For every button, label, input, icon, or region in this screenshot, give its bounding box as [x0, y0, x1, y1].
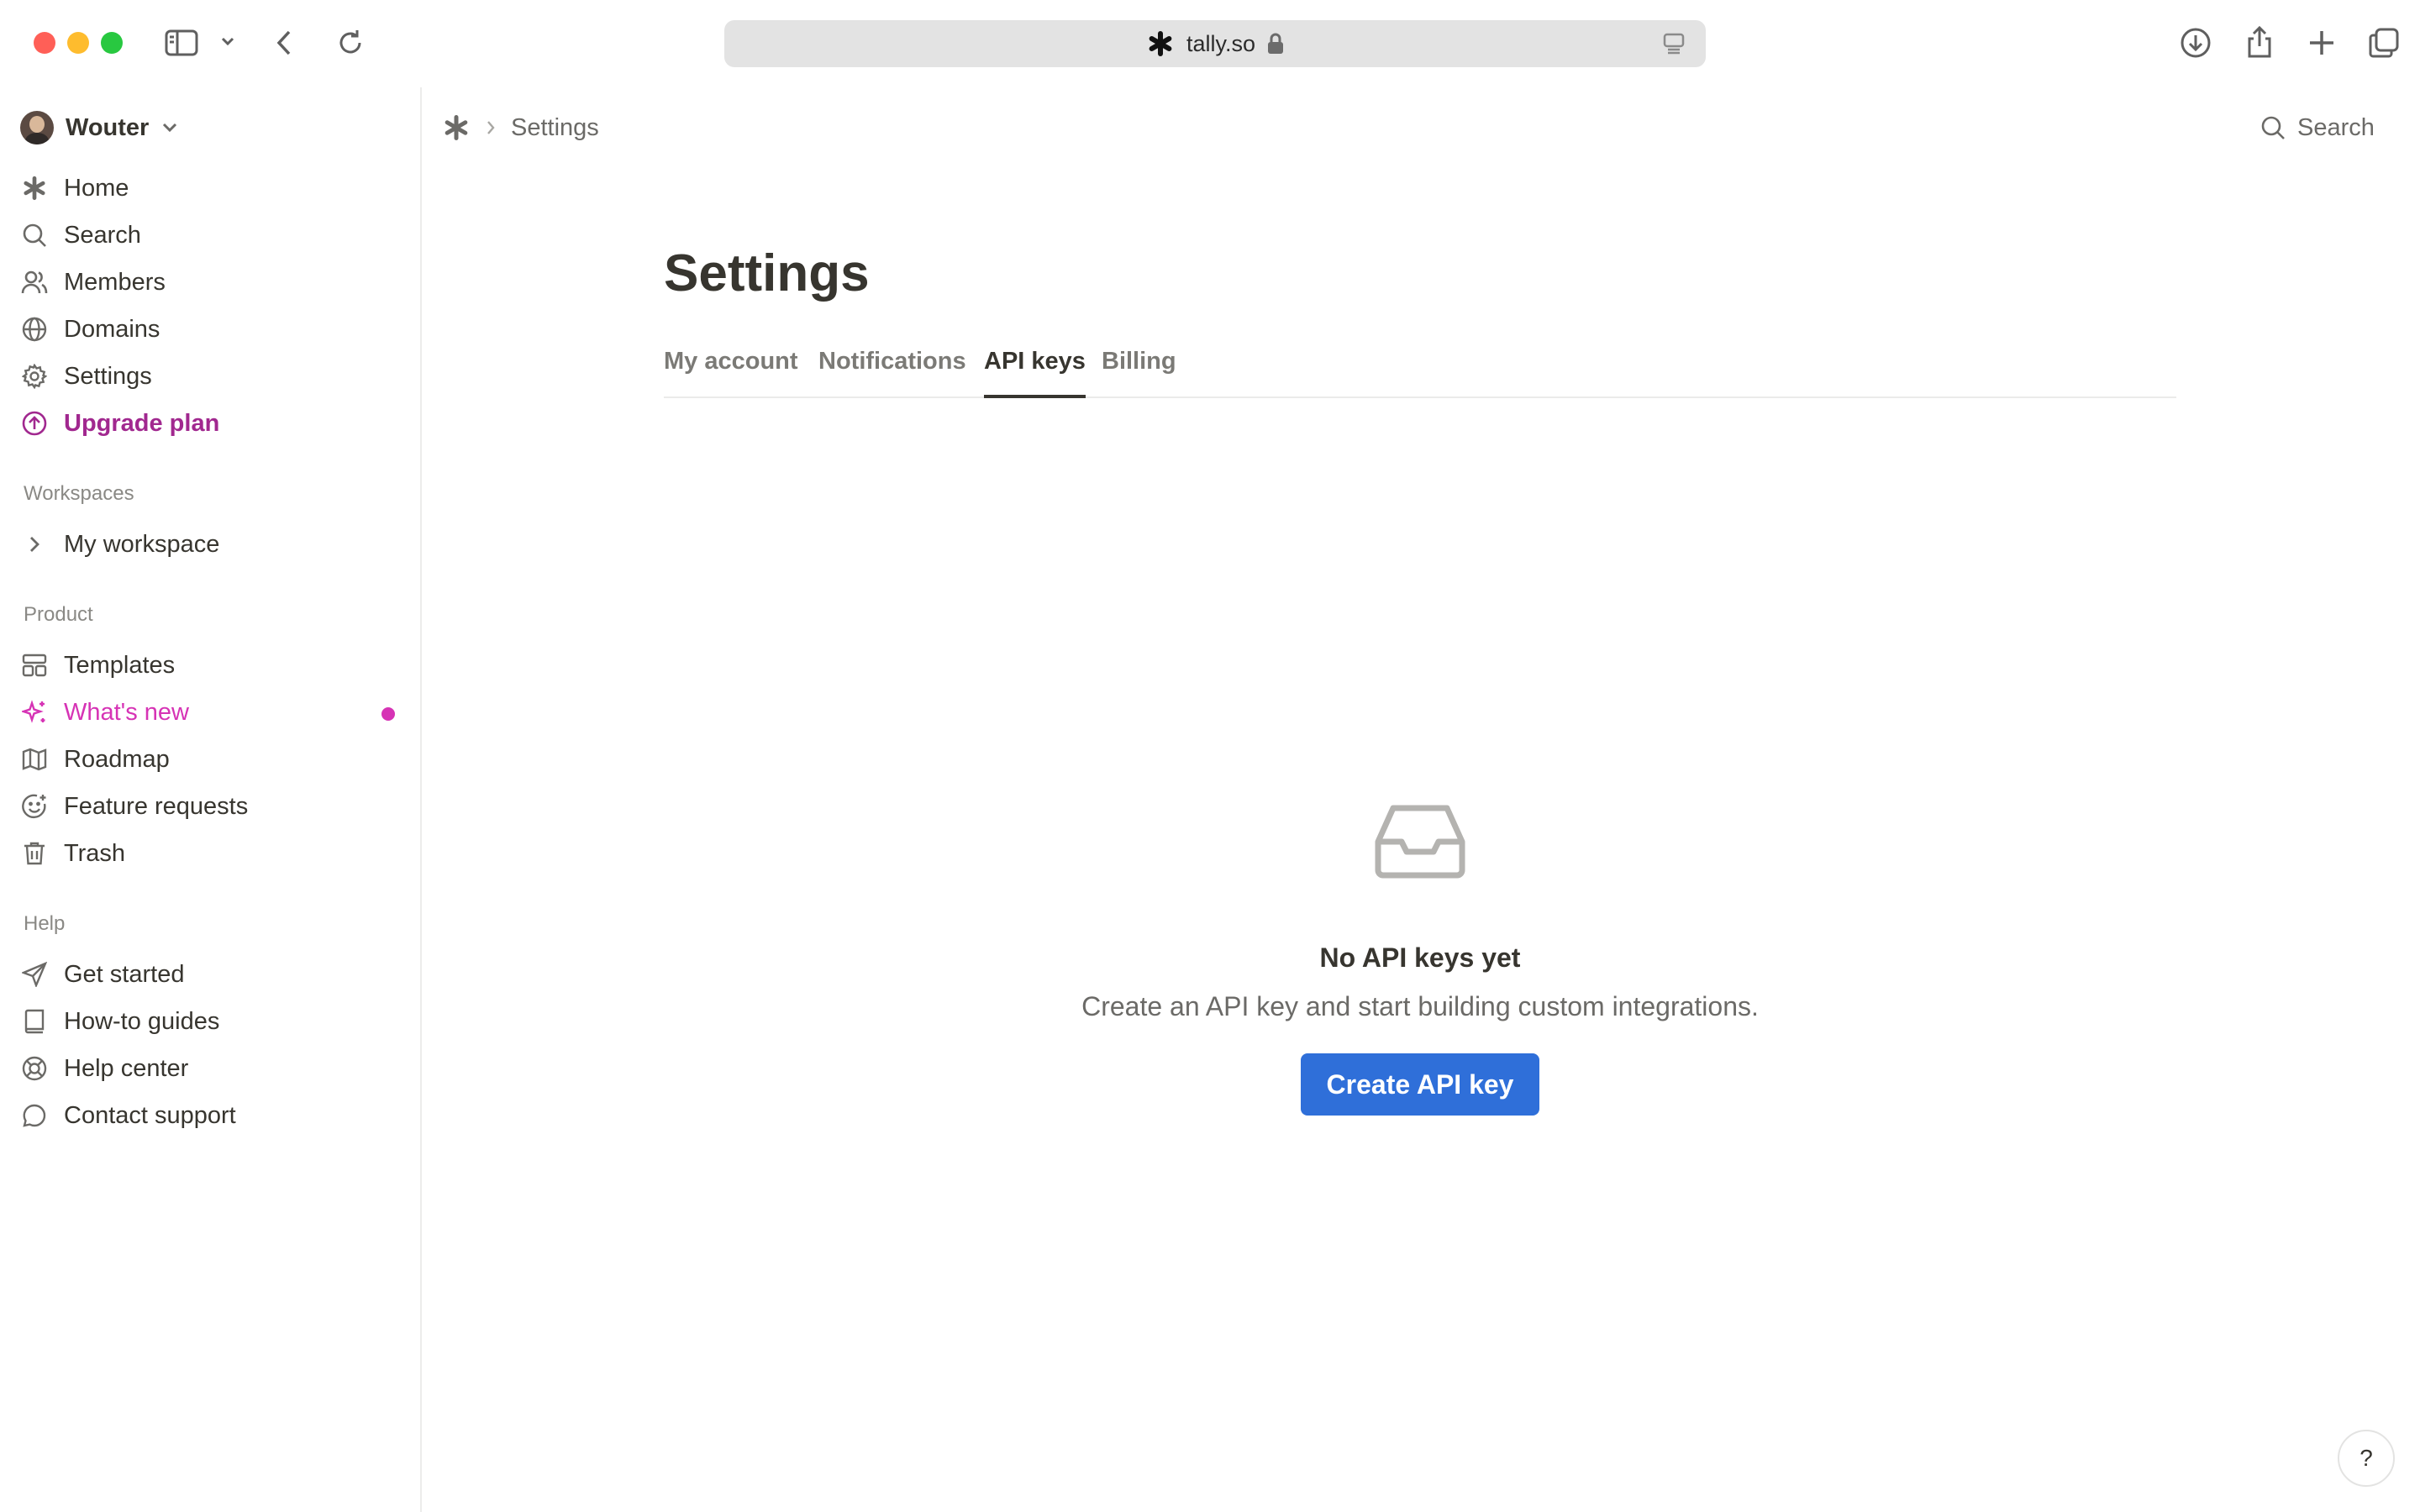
minimize-window-button[interactable] — [67, 32, 89, 54]
search-icon — [20, 221, 49, 249]
sidebar-item-home[interactable]: Home — [20, 168, 129, 208]
sidebar-item-my-workspace[interactable]: My workspace — [20, 524, 219, 564]
user-name: Wouter — [66, 113, 150, 141]
sidebar-item-label: Templates — [64, 651, 176, 679]
tally-logo-icon[interactable] — [442, 113, 471, 142]
help-button[interactable]: ? — [2338, 1430, 2395, 1487]
search-icon — [2260, 115, 2286, 140]
sidebar-item-label: Trash — [64, 839, 126, 867]
header-search-button[interactable]: Search — [2260, 109, 2375, 146]
book-icon — [20, 1007, 49, 1036]
new-tab-icon[interactable] — [2307, 29, 2336, 57]
avatar — [20, 111, 54, 144]
chat-icon — [20, 1101, 49, 1130]
empty-state-title: No API keys yet — [1319, 942, 1521, 973]
sidebar-item-label: Get started — [64, 960, 185, 988]
sidebar-item-label: Home — [64, 174, 129, 202]
maximize-window-button[interactable] — [101, 32, 123, 54]
sidebar-item-settings[interactable]: Settings — [20, 356, 152, 396]
tab-my-account[interactable]: My account — [664, 348, 798, 395]
chevron-down-icon — [160, 121, 179, 134]
sidebar-item-label: My workspace — [64, 530, 220, 558]
reader-mode-icon[interactable] — [1662, 32, 1686, 55]
upgrade-icon — [20, 409, 49, 438]
sidebar-item-contact-support[interactable]: Contact support — [20, 1095, 236, 1136]
close-window-button[interactable] — [34, 32, 55, 54]
downloads-icon[interactable] — [2180, 27, 2212, 59]
send-icon — [20, 960, 49, 989]
user-switcher[interactable]: Wouter — [20, 108, 179, 148]
create-api-key-button[interactable]: Create API key — [1301, 1053, 1539, 1116]
address-bar[interactable]: tally.so — [724, 20, 1706, 67]
lock-icon — [1267, 33, 1284, 55]
trash-icon — [20, 839, 49, 868]
sidebar-item-help-center[interactable]: Help center — [20, 1048, 188, 1089]
sidebar-item-trash[interactable]: Trash — [20, 833, 125, 874]
product-section-label: Product — [24, 603, 93, 626]
sidebar-item-whats-new[interactable]: What's new — [20, 692, 189, 732]
back-icon[interactable] — [274, 29, 294, 57]
sidebar-item-label: What's new — [64, 698, 189, 726]
inbox-icon — [1375, 803, 1465, 879]
sparkle-icon — [20, 698, 49, 727]
sidebar-toggle-icon[interactable] — [165, 29, 198, 57]
sidebar-item-feature-requests[interactable]: Feature requests — [20, 786, 248, 827]
lifebuoy-icon — [20, 1054, 49, 1083]
sidebar-item-label: Search — [64, 221, 141, 249]
sidebar-item-get-started[interactable]: Get started — [20, 954, 184, 995]
settings-tabs: My account Notifications API keys Billin… — [664, 343, 2176, 398]
sidebar-item-templates[interactable]: Templates — [20, 645, 175, 685]
url-text: tally.so — [1186, 30, 1256, 56]
sidebar-item-label: Contact support — [64, 1101, 236, 1129]
tally-logo-icon — [20, 174, 49, 202]
sidebar-item-label: Upgrade plan — [64, 409, 220, 437]
map-icon — [20, 745, 49, 774]
share-icon[interactable] — [2245, 25, 2274, 59]
workspaces-section-label: Workspaces — [24, 482, 134, 505]
sidebar-item-label: Feature requests — [64, 792, 249, 820]
sidebar-item-label: Members — [64, 268, 166, 296]
reload-icon[interactable] — [336, 29, 365, 57]
page-title: Settings — [664, 244, 870, 302]
sidebar-item-how-to-guides[interactable]: How-to guides — [20, 1001, 219, 1042]
breadcrumb: Settings — [442, 109, 599, 146]
members-icon — [20, 268, 49, 297]
sidebar-item-label: Help center — [64, 1054, 189, 1082]
sidebar-item-upgrade-plan[interactable]: Upgrade plan — [20, 403, 219, 444]
globe-icon — [20, 315, 49, 344]
sidebar-item-label: How-to guides — [64, 1007, 220, 1035]
tab-notifications[interactable]: Notifications — [818, 348, 966, 395]
sidebar-item-label: Roadmap — [64, 745, 170, 773]
header-search-label: Search — [2297, 113, 2375, 141]
gear-icon — [20, 362, 49, 391]
tab-overview-icon[interactable] — [2368, 27, 2400, 59]
sidebar-item-members[interactable]: Members — [20, 262, 166, 302]
tally-logo-icon — [1146, 29, 1175, 58]
help-section-label: Help — [24, 912, 66, 935]
unread-indicator-dot — [381, 707, 395, 721]
chevron-right-icon[interactable] — [20, 530, 49, 559]
chevron-down-icon[interactable] — [220, 35, 235, 47]
sidebar-item-search[interactable]: Search — [20, 215, 141, 255]
empty-state-description: Create an API key and start building cus… — [1081, 991, 1759, 1021]
templates-icon — [20, 651, 49, 680]
sidebar-item-label: Domains — [64, 315, 160, 343]
tab-api-keys[interactable]: API keys — [984, 348, 1086, 398]
sidebar-item-roadmap[interactable]: Roadmap — [20, 739, 170, 780]
sidebar-item-label: Settings — [64, 362, 152, 390]
sidebar-item-domains[interactable]: Domains — [20, 309, 160, 349]
chevron-right-icon — [486, 119, 496, 136]
browser-toolbar: tally.so — [0, 0, 2420, 87]
smile-icon — [20, 792, 49, 821]
tab-billing[interactable]: Billing — [1102, 348, 1176, 395]
breadcrumb-current[interactable]: Settings — [511, 114, 599, 142]
